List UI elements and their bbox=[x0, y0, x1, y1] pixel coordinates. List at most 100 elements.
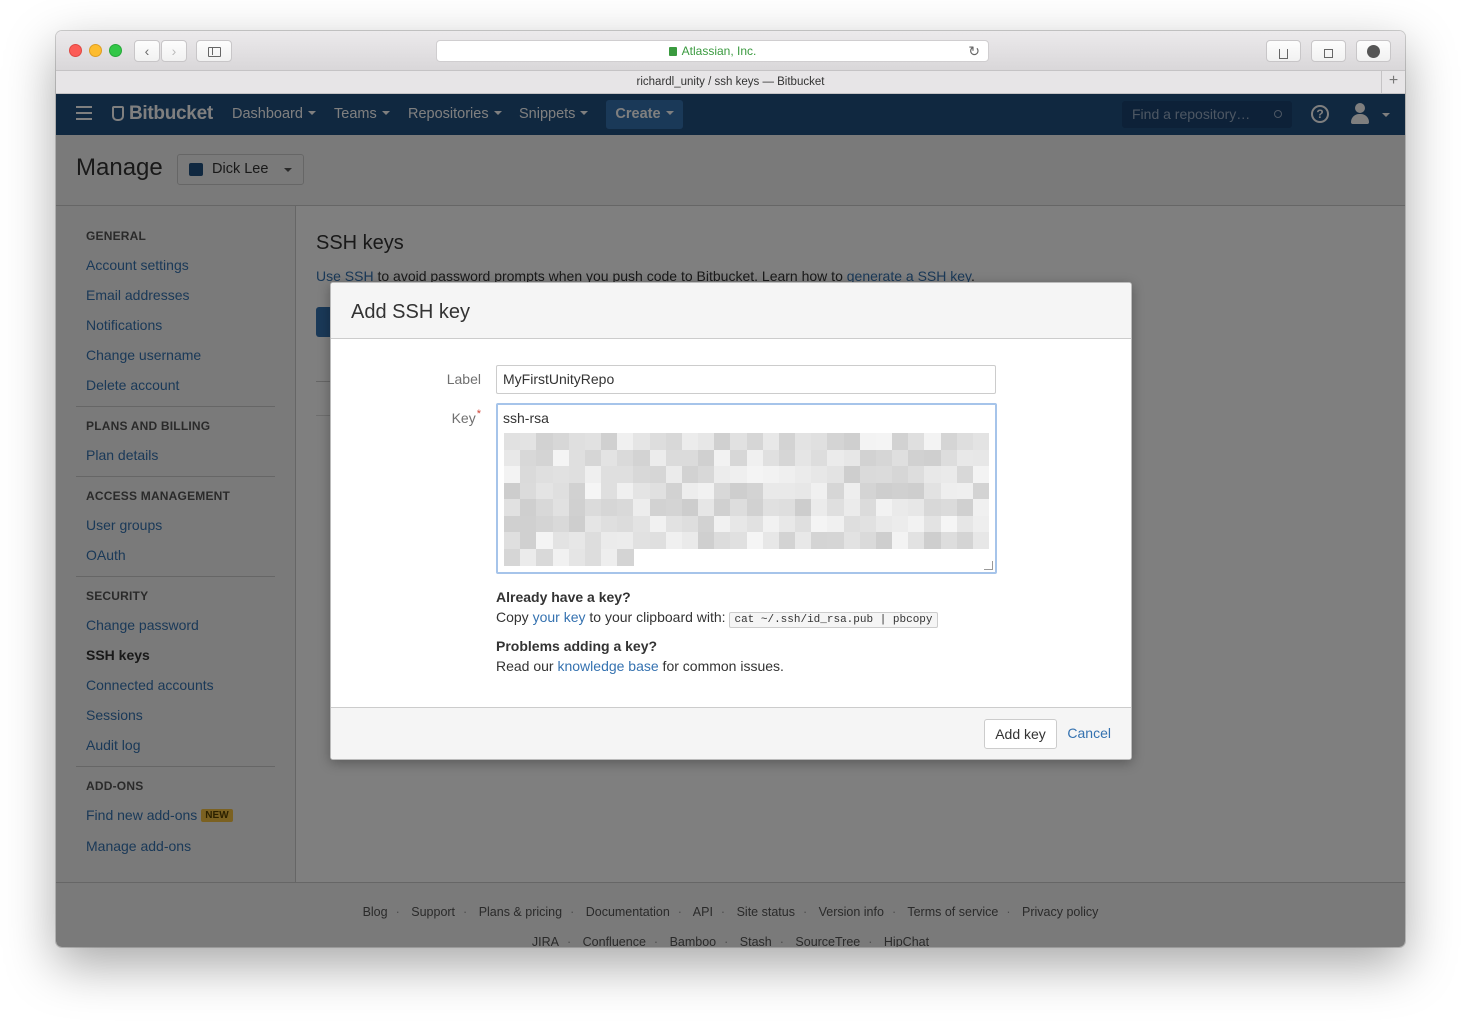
redaction-pixel bbox=[698, 466, 715, 483]
redaction-pixel bbox=[875, 466, 893, 483]
redaction-pixel bbox=[681, 482, 699, 500]
problems-title-text: Problems adding a key? bbox=[496, 638, 658, 654]
redaction-pixel bbox=[633, 449, 650, 467]
redaction-pixel bbox=[908, 466, 925, 483]
dialog-header: Add SSH key bbox=[331, 283, 1131, 339]
redaction-pixel bbox=[859, 433, 877, 450]
key-textarea[interactable]: ssh-rsa bbox=[496, 403, 997, 574]
reload-icon[interactable]: ↻ bbox=[968, 41, 980, 61]
redaction-pixel bbox=[714, 482, 731, 500]
redaction-pixel bbox=[649, 499, 667, 516]
read-prefix: Read our bbox=[496, 658, 558, 674]
redaction-pixel bbox=[924, 515, 941, 533]
redacted-key-content bbox=[504, 433, 990, 566]
add-key-button[interactable]: Add key bbox=[984, 719, 1057, 749]
redaction-pixel bbox=[698, 433, 715, 450]
share-icon[interactable] bbox=[1266, 40, 1301, 62]
redaction-pixel bbox=[924, 499, 941, 516]
redaction-pixel bbox=[552, 548, 570, 566]
redaction-pixel bbox=[843, 433, 861, 450]
read-suffix: for common issues. bbox=[658, 658, 784, 674]
redaction-pixel bbox=[633, 482, 650, 500]
redaction-pixel bbox=[584, 449, 602, 467]
redaction-pixel bbox=[665, 449, 683, 467]
redaction-pixel bbox=[520, 433, 537, 450]
forward-icon[interactable]: › bbox=[161, 40, 187, 62]
redaction-pixel bbox=[746, 515, 764, 533]
redaction-pixel bbox=[956, 482, 974, 500]
redaction-pixel bbox=[552, 515, 570, 533]
redaction-pixel bbox=[617, 532, 634, 549]
already-have-key-title: Already have a key? bbox=[496, 589, 631, 605]
close-window-button[interactable] bbox=[69, 44, 82, 57]
redaction-pixel bbox=[908, 449, 925, 467]
redaction-pixel bbox=[584, 433, 602, 450]
redaction-pixel bbox=[859, 449, 877, 467]
redaction-pixel bbox=[762, 515, 780, 533]
redaction-pixel bbox=[811, 466, 828, 483]
redaction-pixel bbox=[681, 532, 699, 549]
download-icon[interactable] bbox=[1356, 40, 1391, 62]
new-tab-button[interactable]: + bbox=[1381, 71, 1405, 93]
redaction-pixel bbox=[956, 466, 974, 483]
redaction-pixel bbox=[504, 515, 521, 533]
knowledge-base-link[interactable]: knowledge base bbox=[557, 658, 658, 674]
zoom-window-button[interactable] bbox=[109, 44, 122, 57]
tabs-icon[interactable] bbox=[1311, 40, 1346, 62]
dialog-title: Add SSH key bbox=[351, 301, 470, 323]
redaction-pixel bbox=[601, 449, 618, 467]
sidebar-icon[interactable] bbox=[196, 40, 232, 62]
redaction-pixel bbox=[827, 499, 844, 516]
redaction-pixel bbox=[972, 433, 990, 450]
redaction-pixel bbox=[843, 515, 861, 533]
cancel-button[interactable]: Cancel bbox=[1067, 725, 1111, 741]
label-field-label: Label bbox=[446, 371, 481, 387]
browser-toolbar: ‹ › Atlassian, Inc. ↻ bbox=[56, 31, 1405, 71]
redaction-pixel bbox=[536, 466, 553, 483]
redaction-pixel bbox=[730, 433, 747, 450]
required-marker: * bbox=[476, 408, 481, 420]
redaction-pixel bbox=[584, 548, 602, 566]
label-input[interactable]: MyFirstUnityRepo bbox=[496, 365, 996, 394]
redaction-pixel bbox=[584, 499, 602, 516]
redaction-pixel bbox=[536, 548, 553, 566]
redaction-pixel bbox=[940, 515, 958, 533]
redaction-pixel bbox=[795, 466, 812, 483]
redaction-pixel bbox=[924, 449, 941, 467]
knowledge-base-text: Read our knowledge base for common issue… bbox=[496, 658, 784, 674]
already-title-text: Already have a key? bbox=[496, 589, 631, 605]
redaction-pixel bbox=[811, 515, 828, 533]
redaction-pixel bbox=[536, 515, 553, 533]
redaction-pixel bbox=[601, 499, 618, 516]
add-ssh-key-dialog: Add SSH key Label MyFirstUnityRepo Key* … bbox=[330, 282, 1132, 760]
redaction-pixel bbox=[972, 532, 990, 549]
redaction-pixel bbox=[649, 449, 667, 467]
redaction-pixel bbox=[843, 499, 861, 516]
redaction-pixel bbox=[778, 449, 796, 467]
redaction-pixel bbox=[649, 532, 667, 549]
redaction-pixel bbox=[746, 532, 764, 549]
resize-handle-icon[interactable] bbox=[984, 561, 993, 570]
redaction-pixel bbox=[843, 449, 861, 467]
redaction-pixel bbox=[536, 499, 553, 516]
redaction-pixel bbox=[649, 433, 667, 450]
lock-icon bbox=[668, 47, 677, 56]
redaction-pixel bbox=[698, 449, 715, 467]
redaction-pixel bbox=[698, 482, 715, 500]
address-bar[interactable]: Atlassian, Inc. ↻ bbox=[436, 40, 989, 62]
redaction-pixel bbox=[730, 449, 747, 467]
your-key-link[interactable]: your key bbox=[533, 609, 586, 625]
redaction-pixel bbox=[940, 449, 958, 467]
redaction-pixel bbox=[778, 466, 796, 483]
back-icon[interactable]: ‹ bbox=[134, 40, 160, 62]
redaction-pixel bbox=[875, 499, 893, 516]
redaction-pixel bbox=[746, 482, 764, 500]
redaction-pixel bbox=[892, 532, 909, 549]
redaction-pixel bbox=[601, 515, 618, 533]
redaction-pixel bbox=[568, 515, 586, 533]
redaction-pixel bbox=[568, 433, 586, 450]
redaction-pixel bbox=[859, 466, 877, 483]
minimize-window-button[interactable] bbox=[89, 44, 102, 57]
tab-title[interactable]: richardl_unity / ssh keys — Bitbucket bbox=[637, 76, 825, 88]
redaction-pixel bbox=[665, 433, 683, 450]
